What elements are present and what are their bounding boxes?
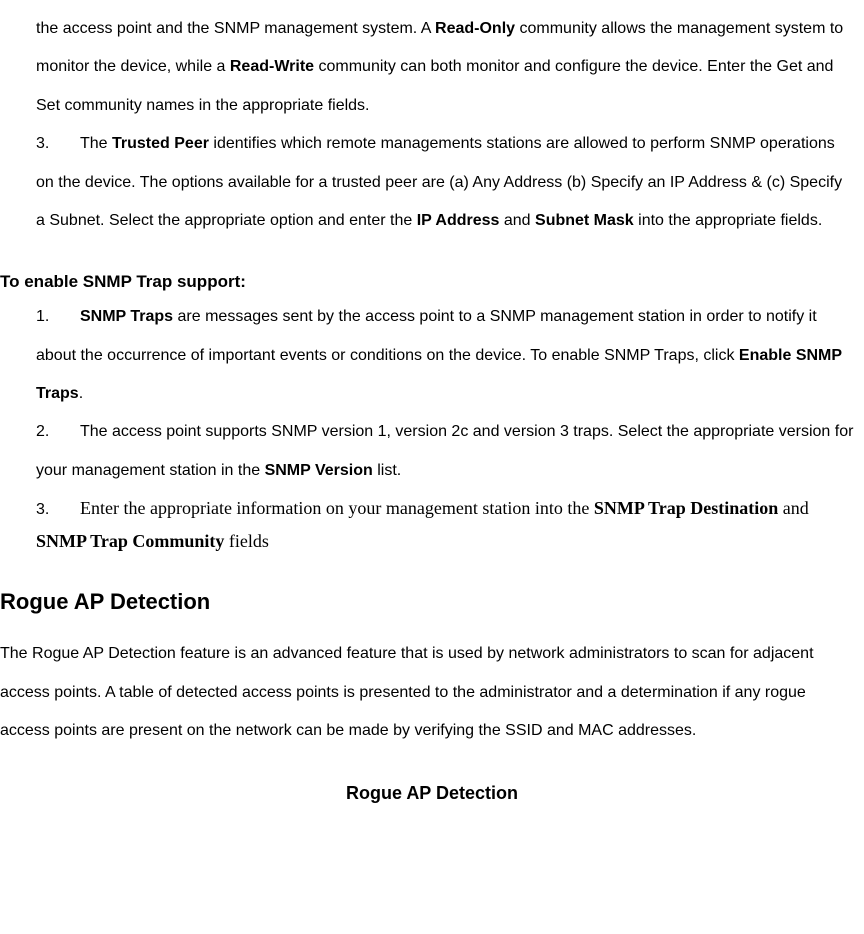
term-snmp-traps: SNMP Traps (80, 308, 173, 325)
list-number: 1. (36, 298, 80, 336)
text-run: into the appropriate fields. (634, 212, 823, 229)
list-item-3: 3.The Trusted Peer identifies which remo… (0, 125, 864, 240)
paragraph-community-continuation: the access point and the SNMP management… (0, 10, 864, 125)
trap-list-item-1: 1.SNMP Traps are messages sent by the ac… (0, 298, 864, 413)
term-ip-address: IP Address (417, 212, 500, 229)
text-run: Enter the appropriate information on you… (80, 498, 594, 518)
term-read-write: Read-Write (230, 58, 314, 75)
term-trusted-peer: Trusted Peer (112, 135, 209, 152)
text-block: 1.SNMP Traps are messages sent by the ac… (36, 298, 854, 413)
term-snmp-version: SNMP Version (265, 462, 373, 479)
text-run: The (80, 135, 112, 152)
term-snmp-trap-community: SNMP Trap Community (36, 531, 224, 551)
term-read-only: Read-Only (435, 20, 515, 37)
heading-rogue-ap-detection: Rogue AP Detection (0, 587, 864, 618)
term-subnet-mask: Subnet Mask (535, 212, 634, 229)
centered-heading-rogue: Rogue AP Detection (0, 781, 864, 806)
text-run: the access point and the SNMP management… (36, 20, 435, 37)
list-number: 3. (36, 125, 80, 163)
text-run: fields (224, 531, 269, 551)
term-snmp-trap-destination: SNMP Trap Destination (594, 498, 778, 518)
text-run: . (79, 385, 83, 402)
list-number: 3. (36, 495, 80, 525)
paragraph-rogue-description: The Rogue AP Detection feature is an adv… (0, 635, 864, 750)
list-number: 2. (36, 413, 80, 451)
trap-list-item-3: 3.Enter the appropriate information on y… (0, 492, 864, 559)
text-block: 2.The access point supports SNMP version… (36, 413, 854, 490)
text-run: list. (373, 462, 401, 479)
text-run: and (499, 212, 535, 229)
trap-list-item-2: 2.The access point supports SNMP version… (0, 413, 864, 490)
text-block: the access point and the SNMP management… (36, 10, 854, 125)
text-block: 3.The Trusted Peer identifies which remo… (36, 125, 854, 240)
text-block: 3.Enter the appropriate information on y… (36, 492, 854, 559)
text-run: The access point supports SNMP version 1… (36, 423, 853, 478)
text-block: The Rogue AP Detection feature is an adv… (0, 635, 858, 750)
heading-trap-support: To enable SNMP Trap support: (0, 270, 864, 294)
text-run: and (778, 498, 809, 518)
